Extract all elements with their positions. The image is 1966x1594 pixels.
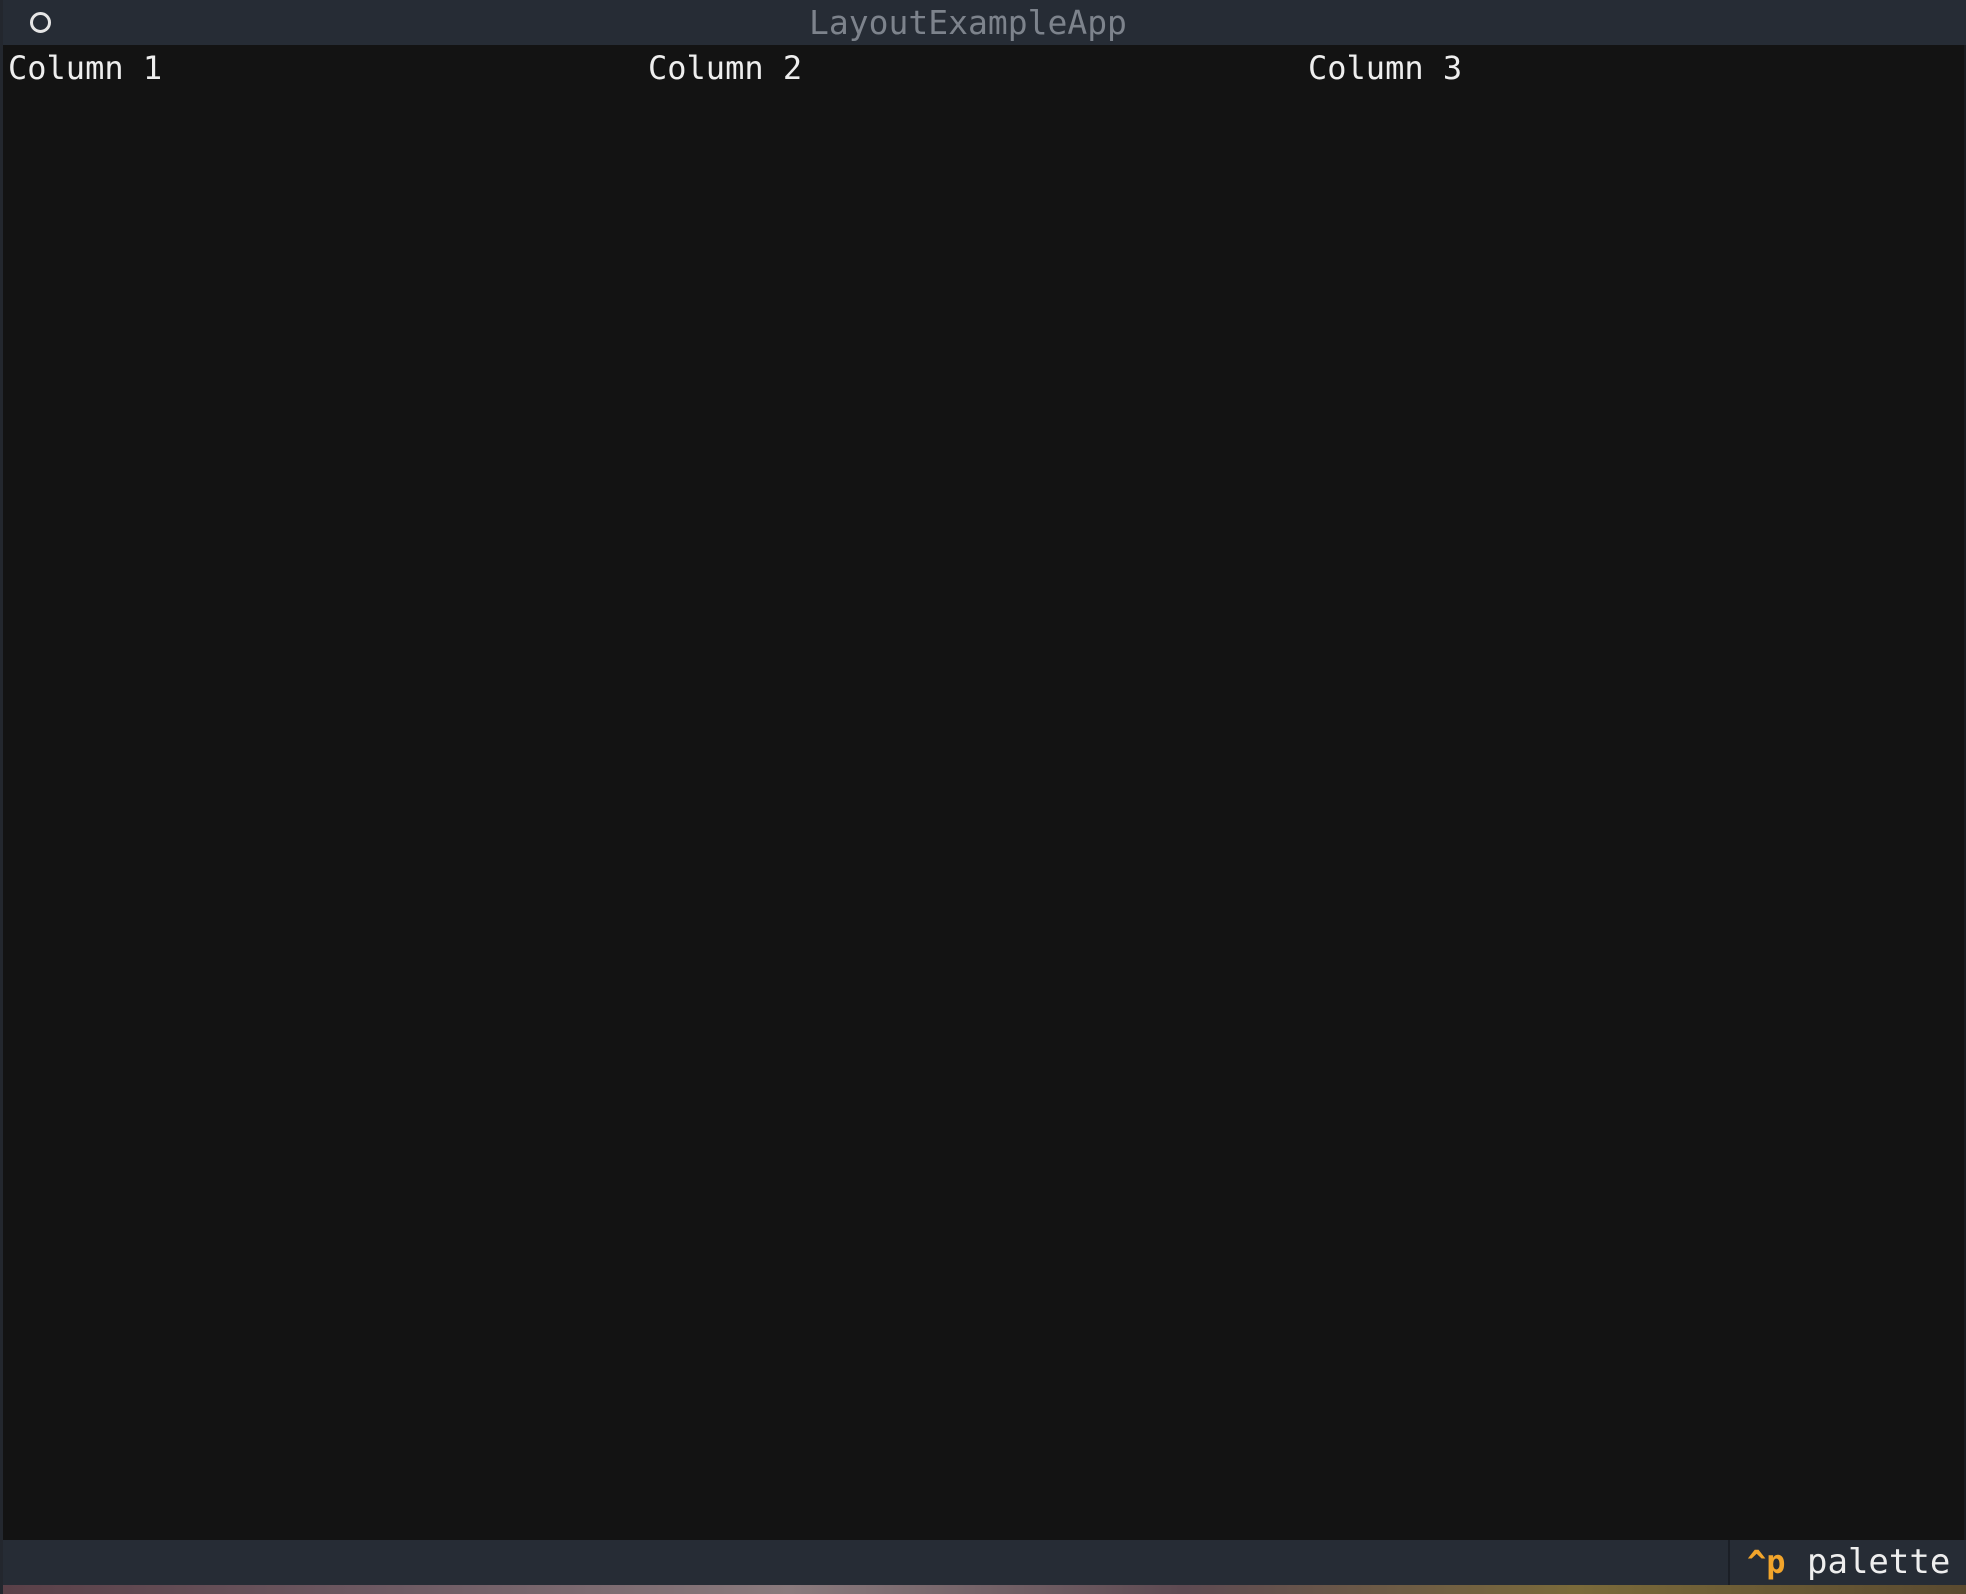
column-3: Column 3 — [1308, 45, 1963, 1540]
footer-divider — [1728, 1540, 1730, 1585]
footer-bar: ^p palette — [3, 1540, 1966, 1585]
column-label: Column 1 — [8, 49, 163, 87]
column-label: Column 3 — [1308, 49, 1463, 87]
main-content: Column 1 Column 2 Column 3 — [3, 45, 1966, 1540]
desktop-background-strip — [3, 1585, 1966, 1594]
header-bar: LayoutExampleApp — [3, 0, 1966, 45]
app-window: LayoutExampleApp Column 1 Column 2 Colum… — [0, 0, 1966, 1594]
column-2: Column 2 — [648, 45, 1308, 1540]
palette-shortcut-key[interactable]: ^p — [1747, 1540, 1786, 1585]
column-1: Column 1 — [8, 45, 648, 1540]
palette-shortcut-label[interactable]: palette — [1807, 1540, 1950, 1585]
app-title: LayoutExampleApp — [809, 3, 1127, 42]
column-label: Column 2 — [648, 49, 803, 87]
